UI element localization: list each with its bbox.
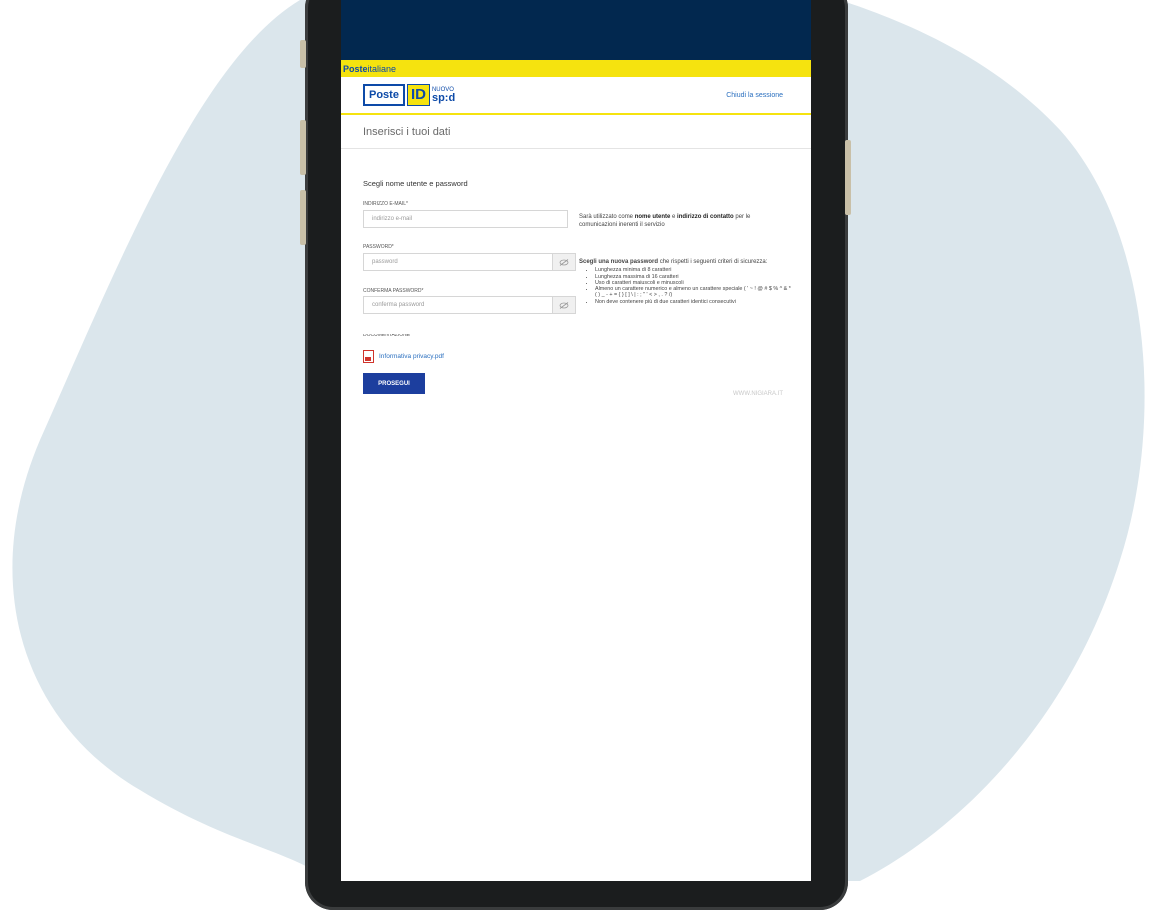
logo-spid: NUOVO sp:d [432,87,455,104]
criteria-list: Lunghezza minima di 8 caratteri Lunghezz… [579,267,794,305]
eye-slash-icon [559,258,569,266]
password-field[interactable]: password [363,253,576,271]
criteria-intro: Scegli una nuova password che rispetti i… [579,259,794,265]
email-label: INDIRIZZO E-MAIL* [363,201,409,207]
logo-spid-text: sp:d [431,91,456,104]
posteid-logo[interactable]: Poste ID NUOVO sp:d [363,84,455,106]
show-confirm-password-button[interactable] [552,297,575,313]
password-placeholder: password [372,259,398,265]
phone-volume-down [300,190,306,245]
criteria-item: Non deve contenere più di due caratteri … [595,299,794,305]
phone-screen: Poste italiane Poste ID NUOVO sp:d Chiudi… [341,0,811,881]
email-hint-bold-username: nome utente [634,214,671,220]
email-hint-text: Sarà utilizzato come [579,214,635,220]
logo-id: ID [406,84,430,106]
privacy-pdf-link[interactable]: Informativa privacy.pdf [363,350,444,363]
brand-poste: Poste [343,63,368,74]
confirm-password-label: CONFERMA PASSWORD* [363,288,424,294]
show-password-button[interactable] [552,254,575,270]
password-criteria: Scegli una nuova password che rispetti i… [579,259,794,305]
phone-side-button [300,40,306,68]
documentation-label: DOCUMENTAZIONE [363,334,411,338]
poste-brand-bar: Poste italiane [341,60,811,77]
pdf-icon [363,350,374,363]
brand-italiane: italiane [367,63,397,74]
watermark: WWW.NIGIARA.IT [733,391,783,397]
page-title: Inserisci i tuoi dati [341,115,811,149]
close-session-link[interactable]: Chiudi la sessione [726,92,783,99]
criteria-intro-rest: che rispetti i seguenti criteri di sicur… [658,259,768,265]
email-hint-bold-contact: indirizzo di contatto [677,214,734,220]
logo-poste: Poste [363,84,405,106]
phone-power-button [845,140,851,215]
privacy-link-label: Informativa privacy.pdf [379,353,444,360]
status-bar [341,0,811,60]
form-area: Scegli nome utente e password INDIRIZZO … [341,149,811,849]
section-title: Scegli nome utente e password [363,179,468,188]
criteria-item: Almeno un carattere numerico e almeno un… [595,286,794,299]
password-label: PASSWORD* [363,244,394,250]
eye-slash-icon [559,301,569,309]
continue-button[interactable]: PROSEGUI [363,373,425,394]
email-hint: Sarà utilizzato come nome utente e indir… [579,213,789,229]
phone-volume-up [300,120,306,175]
confirm-password-field[interactable]: conferma password [363,296,576,314]
email-field[interactable]: indirizzo e-mail [363,210,568,228]
confirm-password-placeholder: conferma password [372,302,425,308]
criteria-intro-bold: Scegli una nuova password [579,259,659,265]
site-header: Poste ID NUOVO sp:d Chiudi la sessione [341,77,811,115]
